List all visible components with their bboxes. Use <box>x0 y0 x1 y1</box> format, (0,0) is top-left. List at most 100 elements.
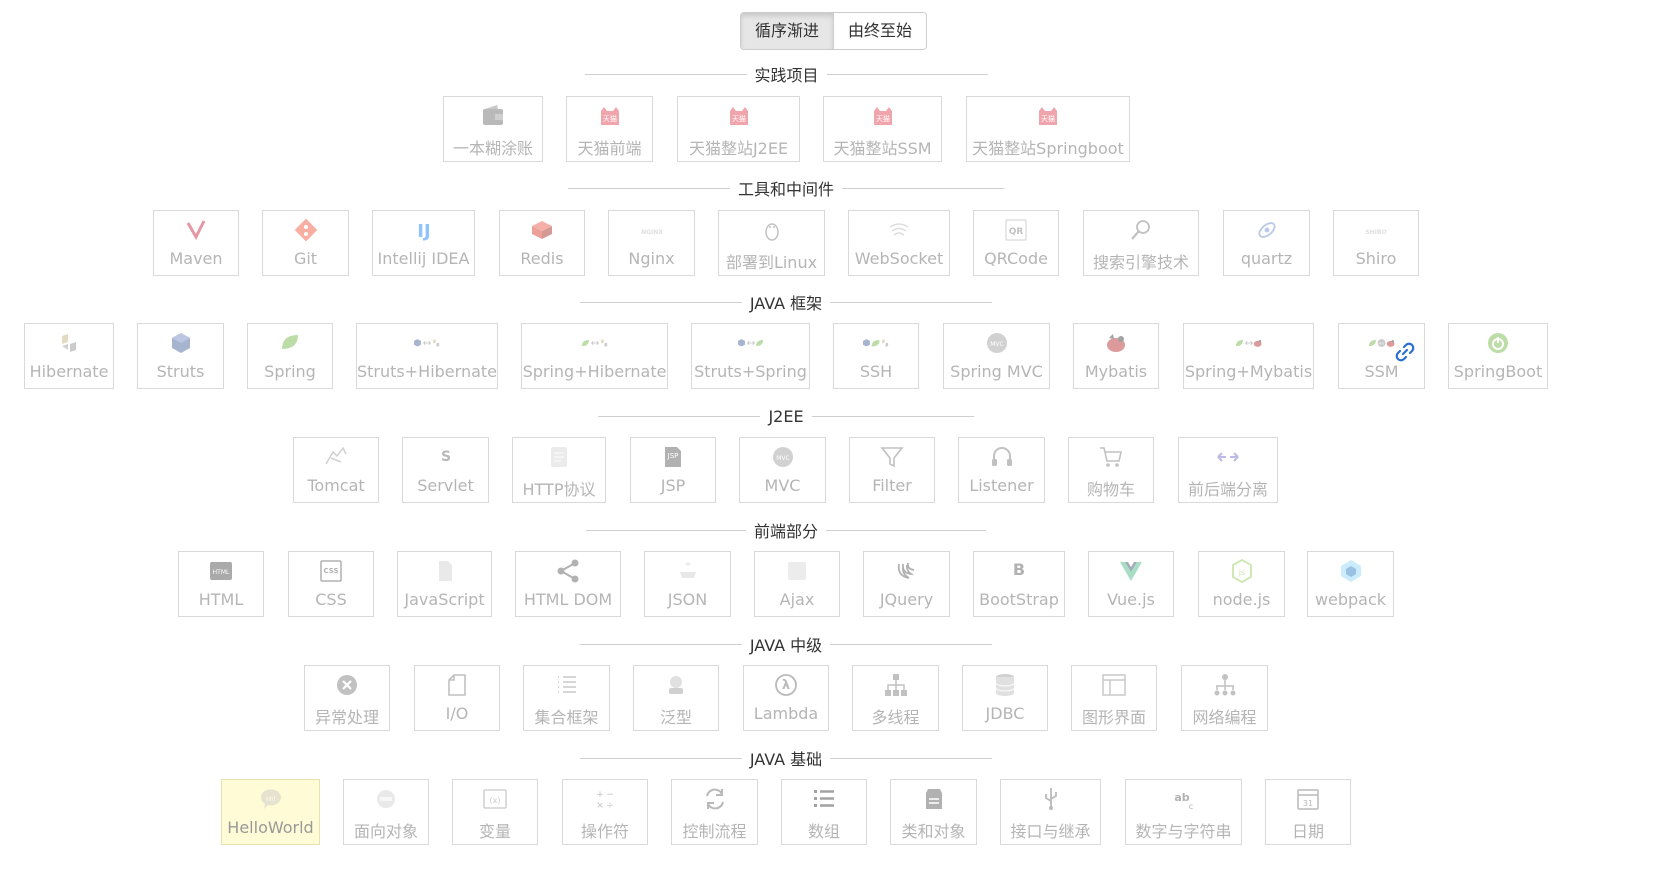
topic-card[interactable]: IJ Intellij IDEA <box>372 210 475 276</box>
topic-label: 集合框架 <box>534 708 599 727</box>
topic-card[interactable]: Hibernate <box>24 323 114 389</box>
svg-text:Hi!: Hi! <box>265 795 275 803</box>
topic-card[interactable]: ab c 数字与字符串 <box>1125 779 1242 845</box>
topic-card[interactable]: 天猫 天猫整站SSM <box>823 96 942 162</box>
topic-card[interactable]: 搜索引擎技术 <box>1083 210 1199 276</box>
svg-text:MVC: MVC <box>1378 341 1384 345</box>
topic-card[interactable]: 部署到Linux <box>718 210 825 276</box>
spring-mybatis-icon <box>1235 330 1262 356</box>
topic-card[interactable]: 一本糊涂账 <box>443 96 543 162</box>
topic-label: 购物车 <box>1086 480 1135 499</box>
topic-card[interactable]: 天猫 天猫整站J2EE <box>677 96 800 162</box>
topic-card[interactable]: Struts <box>137 323 224 389</box>
topic-card[interactable]: 购物车 <box>1068 437 1154 503</box>
topic-card[interactable]: S Servlet <box>402 437 489 503</box>
topic-card[interactable]: HTTP协议 <box>512 437 606 503</box>
topic-card[interactable]: Redis <box>499 210 585 276</box>
topic-card[interactable]: 网络编程 <box>1181 665 1268 731</box>
dom-tree-icon <box>555 558 581 584</box>
topic-card[interactable]: 接口与继承 <box>1000 779 1101 845</box>
topic-card[interactable]: 天猫 天猫前端 <box>566 96 653 162</box>
topic-label: JavaScript <box>404 590 485 609</box>
topic-card[interactable]: Ajax <box>754 551 840 617</box>
css-icon: CSS <box>318 558 344 584</box>
topic-card[interactable]: SpringBoot <box>1448 323 1548 389</box>
topic-card[interactable]: 数组 <box>781 779 867 845</box>
nodejs-icon: js <box>1229 558 1255 584</box>
topic-card[interactable]: Git <box>262 210 349 276</box>
topic-card[interactable]: Hi! HelloWorld <box>221 779 320 845</box>
topic-card[interactable]: 前后端分离 <box>1178 437 1278 503</box>
topic-card[interactable]: SSH <box>833 323 919 389</box>
svg-text:B: B <box>1013 560 1025 579</box>
http-icon <box>546 444 572 470</box>
topic-card[interactable]: MVC Spring MVC <box>943 323 1050 389</box>
section-title: 工具和中间件 <box>568 176 1005 200</box>
topic-card[interactable]: JSON <box>644 551 731 617</box>
topic-label: HTML DOM <box>523 590 613 609</box>
topic-card[interactable]: Spring <box>247 323 333 389</box>
topic-card[interactable]: Spring+Hibernate <box>521 323 668 389</box>
topic-card[interactable]: Tomcat <box>293 437 379 503</box>
topic-label: Servlet <box>417 476 474 495</box>
topic-card[interactable]: JQuery <box>863 551 950 617</box>
topic-card[interactable]: MVC MVC <box>739 437 826 503</box>
spring-mvc-icon: MVC <box>984 330 1010 356</box>
topic-card[interactable]: WebSocket <box>848 210 950 276</box>
tomcat-icon <box>323 444 349 470</box>
forward-order-button[interactable]: 循序渐进 <box>741 13 834 49</box>
topic-card[interactable]: 集合框架 <box>523 665 610 731</box>
topic-card[interactable]: 31 日期 <box>1265 779 1351 845</box>
topic-label: Vue.js <box>1107 590 1155 609</box>
topic-label: 类和对象 <box>901 822 966 841</box>
topic-card[interactable]: QR QRCode <box>973 210 1059 276</box>
topic-card[interactable]: js node.js <box>1198 551 1285 617</box>
topic-card[interactable]: Vue.js <box>1088 551 1174 617</box>
topic-card[interactable]: 天猫 天猫整站Springboot <box>966 96 1130 162</box>
topic-card[interactable]: Maven <box>153 210 239 276</box>
topic-card[interactable]: 泛型 <box>633 665 719 731</box>
svg-text:JSP: JSP <box>667 452 679 460</box>
topic-card[interactable]: 面向对象 <box>343 779 429 845</box>
topic-card[interactable]: + − × ÷ 操作符 <box>562 779 648 845</box>
calendar-icon: 31 <box>1295 786 1321 812</box>
topic-card[interactable]: λ Lambda <box>743 665 829 731</box>
topic-card[interactable]: Struts+Hibernate <box>356 323 498 389</box>
link-chain-icon[interactable] <box>1395 342 1415 362</box>
svg-text:天猫: 天猫 <box>1041 114 1055 123</box>
topic-card[interactable]: CSS CSS <box>288 551 374 617</box>
topic-card[interactable]: 控制流程 <box>671 779 758 845</box>
topic-card[interactable]: (x) 变量 <box>452 779 538 845</box>
topic-card[interactable]: 类和对象 <box>890 779 977 845</box>
tmall-icon: 天猫 <box>726 103 752 129</box>
divider-line <box>585 73 747 75</box>
topic-label: 天猫前端 <box>577 139 642 158</box>
topic-card[interactable]: HTML DOM <box>515 551 621 617</box>
topic-card[interactable]: NGINX Nginx <box>608 210 695 276</box>
topic-label: 控制流程 <box>682 822 747 841</box>
divider-line <box>830 301 993 303</box>
svg-text:HTML: HTML <box>213 569 230 576</box>
topic-card[interactable]: 图形界面 <box>1071 665 1157 731</box>
topic-card[interactable]: B BootStrap <box>973 551 1065 617</box>
topic-card[interactable]: I/O <box>414 665 500 731</box>
topic-card[interactable]: Spring+Mybatis <box>1183 323 1314 389</box>
topic-card[interactable]: Filter <box>849 437 935 503</box>
topic-card[interactable]: HTML HTML <box>178 551 264 617</box>
refresh-icon <box>702 786 728 812</box>
topic-card[interactable]: SHIRO Shiro <box>1333 210 1419 276</box>
topic-card[interactable]: webpack <box>1307 551 1394 617</box>
topic-card[interactable]: JavaScript <box>397 551 492 617</box>
divider-line <box>580 757 742 759</box>
topic-card[interactable]: 异常处理 <box>304 665 390 731</box>
topic-card[interactable]: quartz <box>1223 210 1310 276</box>
topic-card[interactable]: 多线程 <box>852 665 939 731</box>
object-icon <box>373 786 399 812</box>
topic-card[interactable]: JSP JSP <box>630 437 716 503</box>
reverse-order-button[interactable]: 由终至始 <box>833 13 927 49</box>
topic-card[interactable]: JDBC <box>962 665 1048 731</box>
divider-line <box>568 187 730 189</box>
topic-card[interactable]: Struts+Spring <box>691 323 810 389</box>
topic-card[interactable]: Listener <box>958 437 1045 503</box>
topic-card[interactable]: Mybatis <box>1073 323 1159 389</box>
